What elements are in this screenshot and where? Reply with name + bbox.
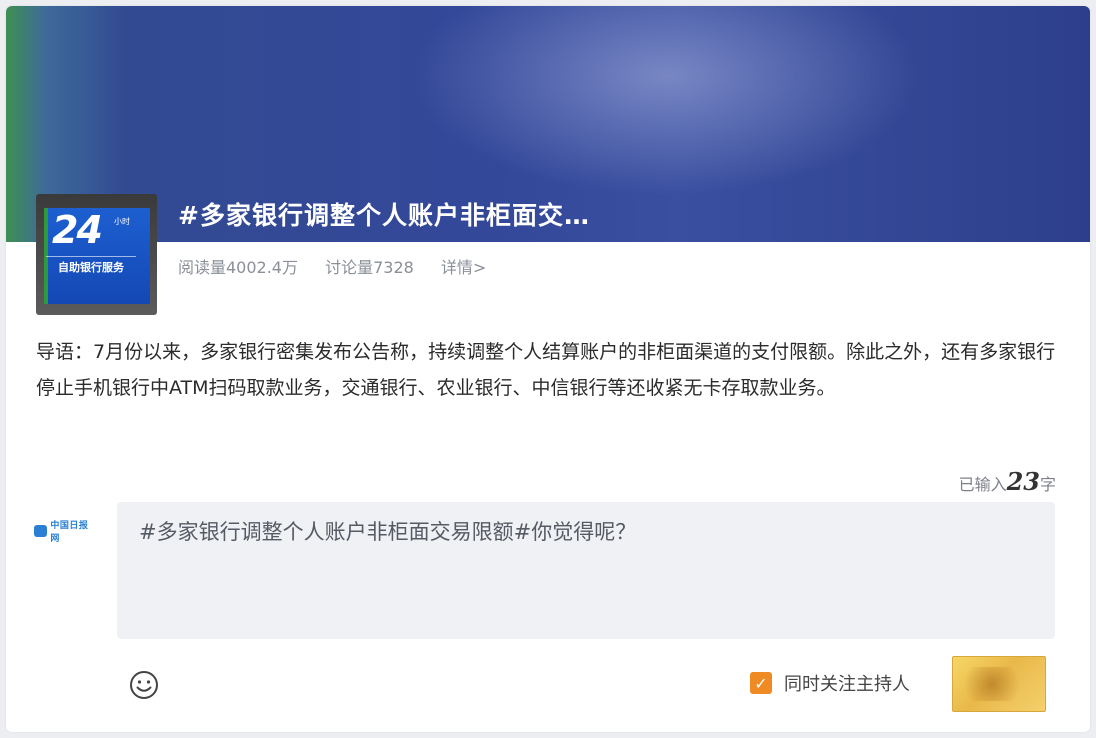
- send-button-decoration: [963, 667, 1035, 701]
- char-counter-suffix: 字: [1039, 475, 1056, 494]
- char-counter: 已输入23字: [959, 467, 1056, 496]
- char-counter-prefix: 已输入: [958, 475, 1007, 494]
- read-count: 阅读量4002.4万: [178, 258, 298, 277]
- topic-cover-image[interactable]: 24 小时 自助银行服务: [36, 194, 157, 315]
- smiley-icon[interactable]: [127, 668, 161, 702]
- discussion-count: 讨论量7328: [325, 258, 414, 277]
- follow-host-label: 同时关注主持人: [784, 674, 910, 695]
- comment-input[interactable]: #多家银行调整个人账户非柜面交易限额#你觉得呢？: [117, 502, 1055, 639]
- topic-title[interactable]: #多家银行调整个人账户非柜面交…: [178, 196, 590, 232]
- topic-stats: 阅读量4002.4万 讨论量7328 详情>: [178, 254, 508, 278]
- follow-host-option[interactable]: ✓ 同时关注主持人: [750, 670, 910, 696]
- avatar-logo-icon: [34, 525, 48, 537]
- cover-hours: 小时: [114, 217, 130, 226]
- topic-intro: 导语：7月份以来，多家银行密集发布公告称，持续调整个人结算账户的非柜面渠道的支付…: [36, 341, 1056, 399]
- avatar-logo-text: 中国日报网: [50, 521, 89, 544]
- user-avatar[interactable]: 中国日报网: [34, 521, 96, 544]
- cover-caption: 自助银行服务: [46, 256, 136, 275]
- details-link[interactable]: 详情>: [441, 258, 486, 277]
- char-counter-value: 23: [1006, 467, 1040, 496]
- send-button[interactable]: [952, 656, 1046, 712]
- cover-number: 24: [52, 208, 103, 252]
- topic-card: 24 小时 自助银行服务 #多家银行调整个人账户非柜面交… 阅读量4002.4万…: [6, 6, 1090, 732]
- follow-host-checkbox[interactable]: ✓: [750, 672, 772, 694]
